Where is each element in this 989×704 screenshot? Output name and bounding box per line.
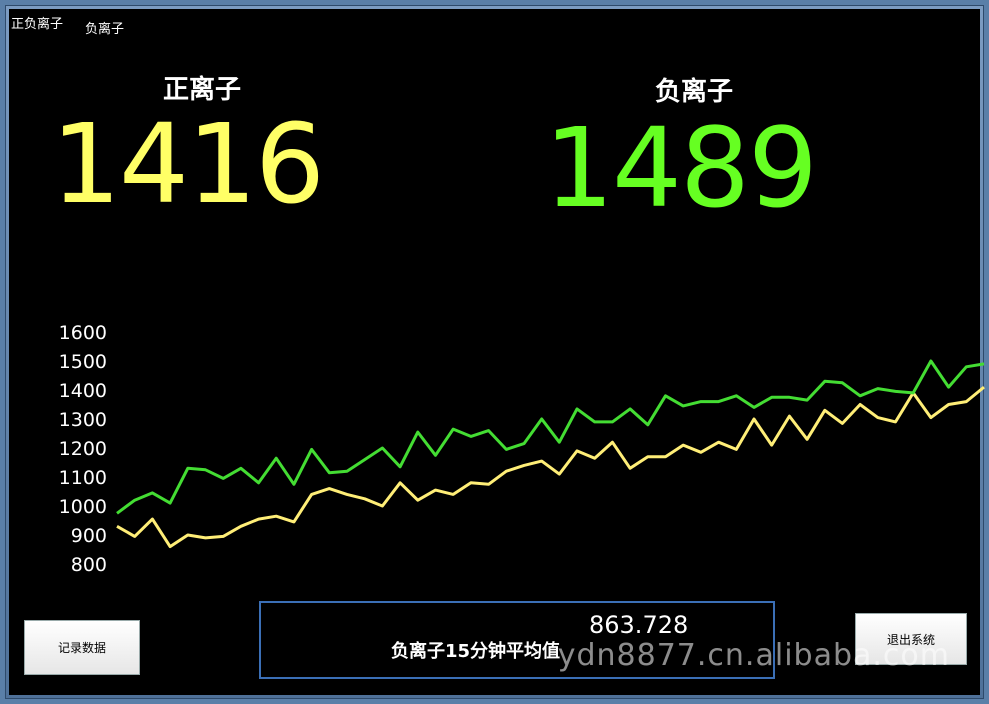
y-tick-label: 1200 <box>59 438 107 460</box>
y-tick-label: 1400 <box>59 380 107 402</box>
menu-bar: 正负离子 负离子 <box>9 9 980 39</box>
negative-ion-label: 负离子 <box>655 77 734 107</box>
app-window: 正负离子 负离子 正离子 1416 负离子 1489 1600 1500 1400 1… <box>5 5 985 699</box>
ion-trend-chart: 1600 1500 1400 1300 1200 1100 1000 900 800 <box>59 322 985 576</box>
y-tick-label: 900 <box>71 525 107 547</box>
menu-item-negative[interactable]: 负离子 <box>85 9 124 39</box>
negative-ion-value: 1489 <box>544 104 818 232</box>
y-tick-label: 1600 <box>59 322 107 344</box>
positive-ion-value: 1416 <box>51 100 325 228</box>
watermark: ydn8877.cn.alibaba.com <box>557 638 950 673</box>
average-value-label: 负离子15分钟平均值 <box>391 641 561 662</box>
y-tick-label: 1300 <box>59 409 107 431</box>
average-value: 863.728 <box>589 611 689 639</box>
record-data-button[interactable]: 记录数据 <box>24 620 140 675</box>
y-tick-label: 1000 <box>59 496 107 518</box>
y-tick-label: 1500 <box>59 351 107 373</box>
series-line-positive <box>116 385 985 549</box>
y-tick-label: 1100 <box>59 467 107 489</box>
client-area: 正负离子 负离子 正离子 1416 负离子 1489 1600 1500 1400 1… <box>9 9 985 695</box>
y-tick-label: 800 <box>71 554 107 576</box>
menu-item-positive-negative[interactable]: 正负离子 <box>11 9 63 39</box>
series-line-negative <box>116 359 985 515</box>
